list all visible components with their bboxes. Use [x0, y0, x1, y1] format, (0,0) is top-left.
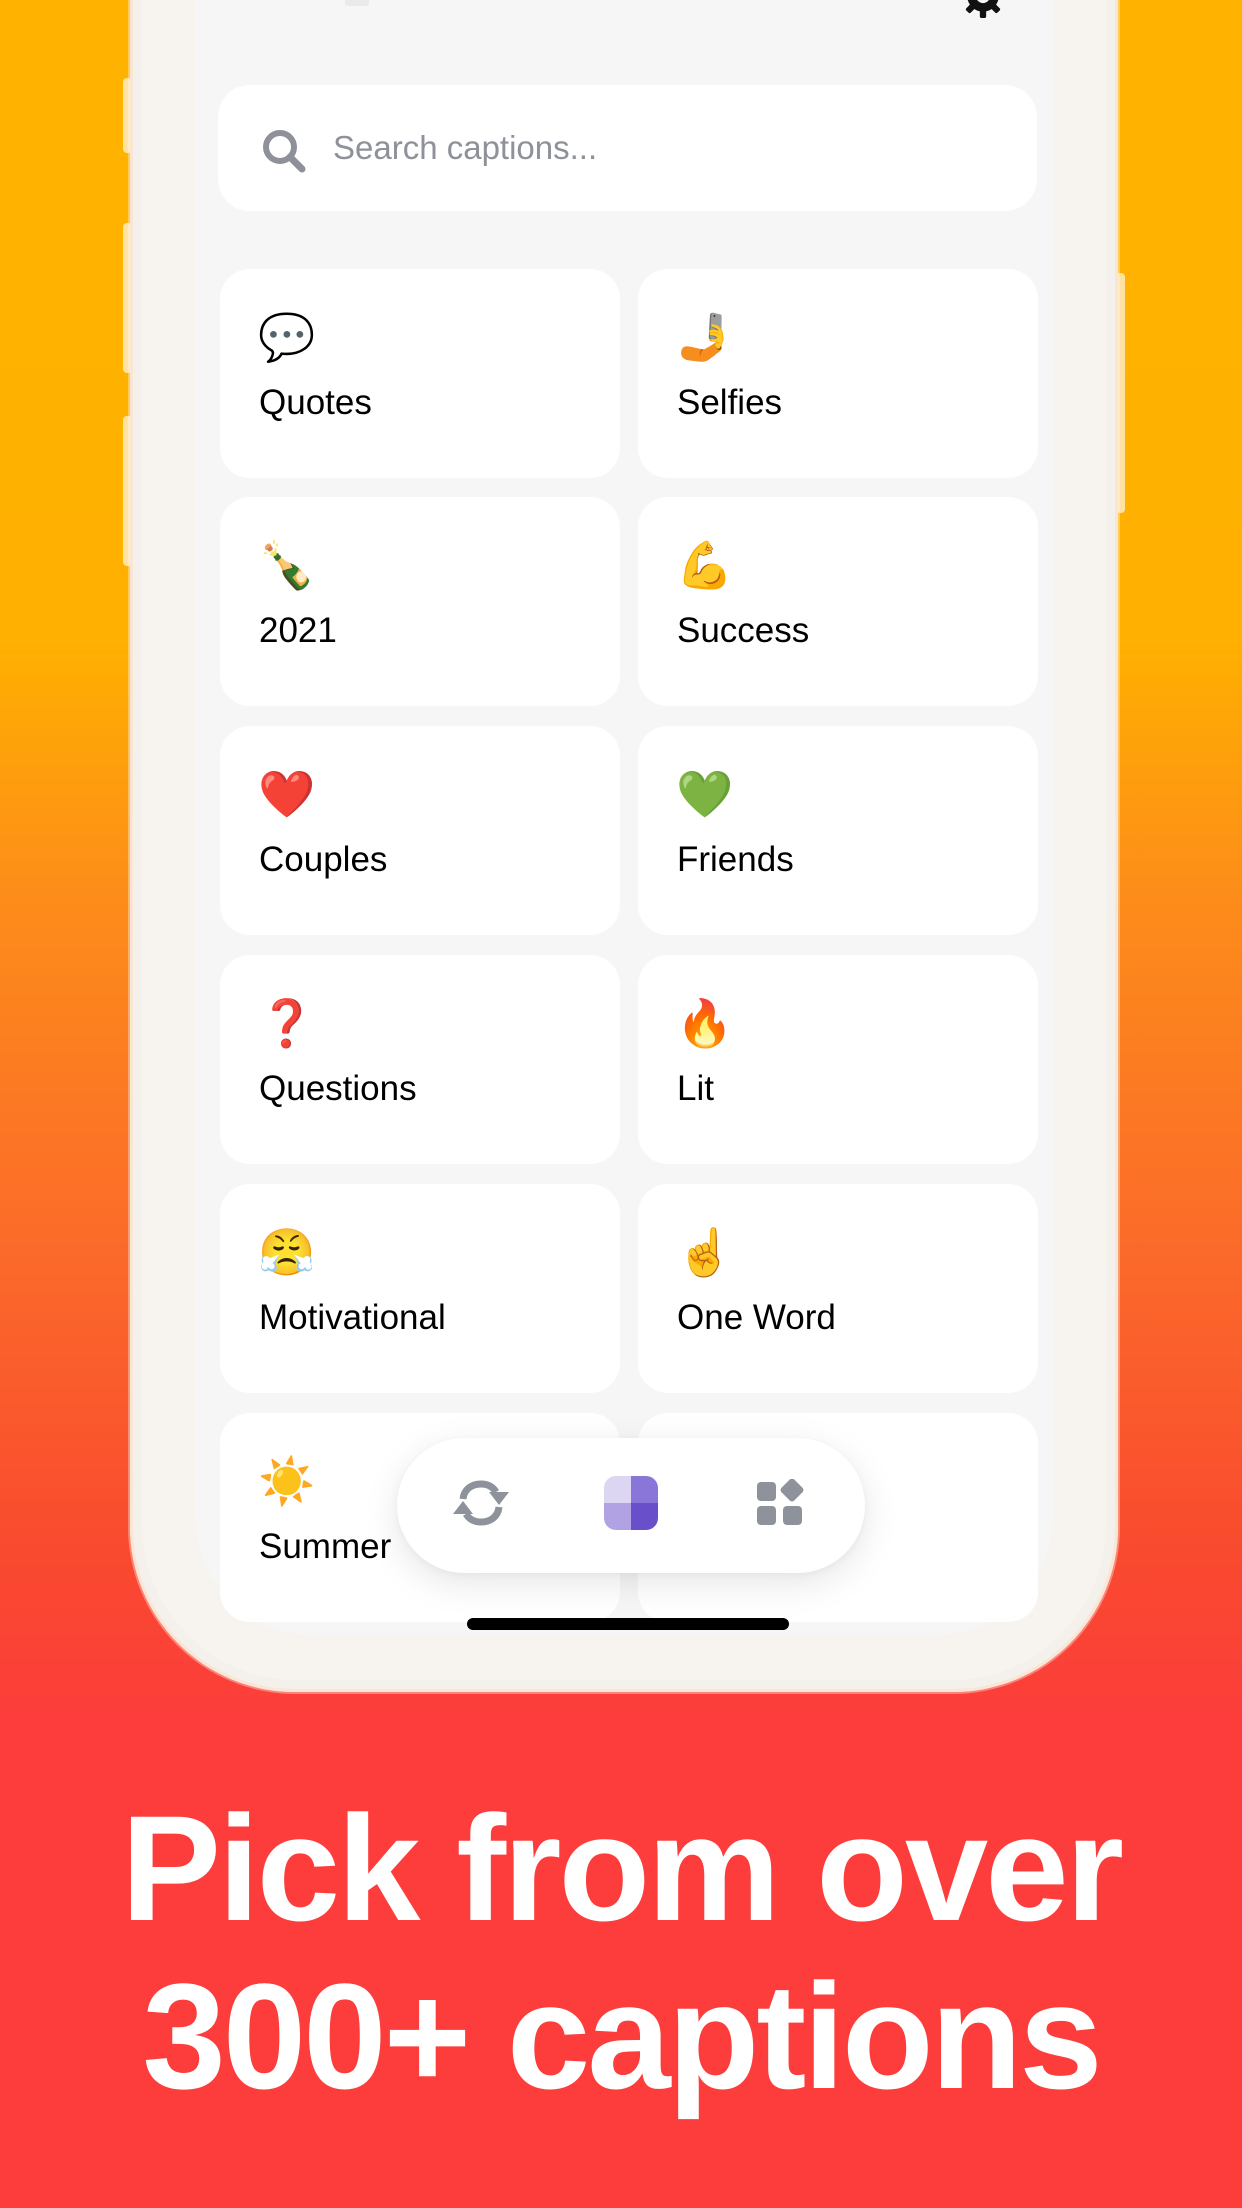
category-label: Selfies	[677, 383, 783, 422]
headline-line-1: Pick from over	[120, 1784, 1124, 1952]
flexed-biceps-icon: 💪	[676, 538, 734, 592]
header-title-remnant	[345, 0, 369, 6]
tab-generate[interactable]	[426, 1438, 536, 1573]
search-field[interactable]: Search captions...	[218, 85, 1037, 211]
search-icon	[260, 127, 308, 175]
category-card-motivational[interactable]: 😤 Motivational	[220, 1184, 620, 1393]
question-mark-icon: ❓	[258, 996, 316, 1050]
category-label: Motivational	[259, 1298, 446, 1337]
category-card-2021[interactable]: 🍾 2021	[220, 497, 620, 706]
refresh-icon	[450, 1479, 512, 1532]
category-card-couples[interactable]: ❤️ Couples	[220, 726, 620, 935]
quadrant-icon	[604, 1476, 658, 1535]
category-label: Summer	[259, 1527, 392, 1566]
category-card-lit[interactable]: 🔥 Lit	[638, 955, 1038, 1164]
tab-bar	[397, 1438, 865, 1573]
headline-line-2: 300+ captions	[142, 1952, 1102, 2120]
category-card-one-word[interactable]: ☝️ One Word	[638, 1184, 1038, 1393]
sun-icon: ☀️	[258, 1454, 316, 1508]
category-label: 2021	[259, 611, 337, 650]
category-label: Questions	[259, 1069, 417, 1108]
category-card-quotes[interactable]: 💬 Quotes	[220, 269, 620, 478]
category-card-success[interactable]: 💪 Success	[638, 497, 1038, 706]
category-label: Success	[677, 611, 810, 650]
index-pointing-up-icon: ☝️	[676, 1225, 734, 1279]
red-heart-icon: ❤️	[258, 767, 316, 821]
category-card-friends[interactable]: 💚 Friends	[638, 726, 1038, 935]
category-label: Couples	[259, 840, 388, 879]
category-card-selfies[interactable]: 🤳 Selfies	[638, 269, 1038, 478]
apps-grid-icon	[757, 1478, 805, 1532]
home-indicator[interactable]	[467, 1618, 789, 1630]
gear-icon[interactable]	[955, 0, 1011, 18]
search-placeholder: Search captions...	[333, 129, 598, 166]
category-label: Quotes	[259, 383, 372, 422]
fire-icon: 🔥	[676, 996, 734, 1050]
face-with-steam-icon: 😤	[258, 1225, 316, 1279]
speech-bubble-icon: 💬	[258, 310, 316, 364]
tab-more[interactable]	[726, 1438, 836, 1573]
category-label: Lit	[677, 1069, 714, 1108]
champagne-bottle-icon: 🍾	[258, 538, 316, 592]
category-card-questions[interactable]: ❓ Questions	[220, 955, 620, 1164]
category-label: One Word	[677, 1298, 836, 1337]
selfie-icon: 🤳	[676, 310, 734, 364]
category-label: Friends	[677, 840, 794, 879]
tab-categories[interactable]	[576, 1438, 686, 1573]
green-heart-icon: 💚	[676, 767, 734, 821]
